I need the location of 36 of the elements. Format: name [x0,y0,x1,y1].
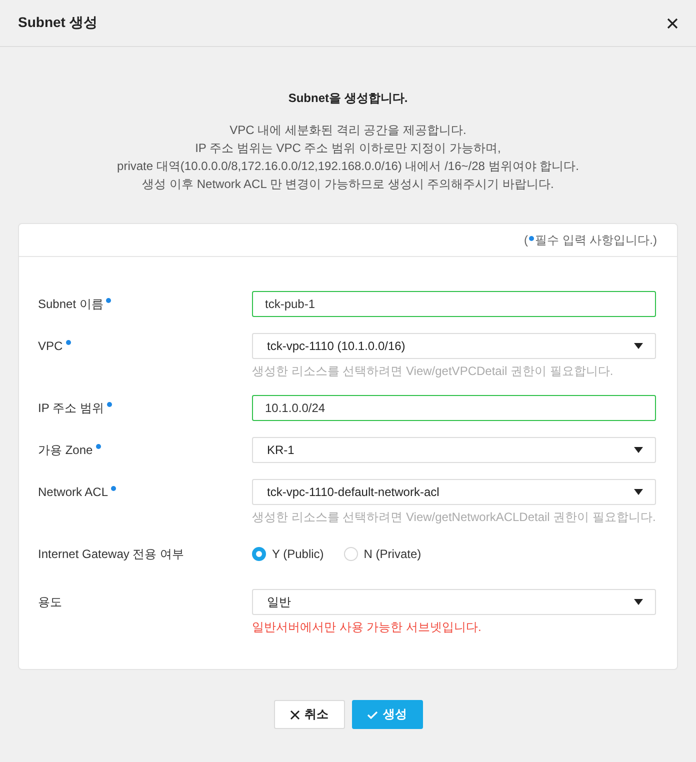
caret-icon [634,343,643,349]
field-label: Subnet 이름 [38,296,104,313]
field-label: Internet Gateway 전용 여부 [38,546,184,563]
intro-text: IP 주소 범위는 VPC 주소 범위 이하로만 지정이 가능하며, [195,140,501,157]
intro-text: private 대역(10.0.0.0/8,172.16.0.0/12,192.168.0.0/16) 내에서 /16~/28 범위여야 합니다. [117,158,579,175]
input-field[interactable]: 10.1.0.0/24 [252,395,656,421]
input-field[interactable]: tck-pub-1 [252,291,656,317]
dialog-title: Subnet 생성 [18,14,98,32]
select-field[interactable]: KR-1 [252,437,656,463]
intro-text: VPC 내에 세분화된 격리 공간을 제공합니다. [230,122,466,139]
select-field[interactable]: 일반 [252,589,656,615]
caret-icon [634,447,643,453]
radio-option[interactable]: Y (Public) [252,547,324,561]
x-icon [290,710,300,720]
check-icon [367,710,378,718]
required-note-paren: ( [524,233,528,247]
caret-icon [634,489,643,495]
intro-text: 생성 이후 Network ACL 만 변경이 가능하므로 생성시 주의해주시기 바랍니다. [142,176,554,193]
required-note-text: 필수 입력 사항입니다.) [535,232,657,248]
hint-text: 생성한 리소스를 선택하려면 View/getNetworkACLDetail 권한이 필요합니다. [252,509,656,525]
cancel-button[interactable]: 취소 [274,700,344,729]
caret-icon [634,599,643,605]
field-label: 용도 [38,594,62,611]
warning-text: 일반서버에서만 사용 가능한 서브넷입니다. [252,619,482,635]
intro-heading: Subnet을 생성합니다. [288,90,408,107]
field-label: VPC [38,338,63,355]
field-label: 가용 Zone [38,442,93,459]
select-field[interactable]: tck-vpc-1110-default-network-acl [252,479,656,505]
hint-text: 생성한 리소스를 선택하려면 View/getVPCDetail 권한이 필요합니다. [252,363,614,379]
field-label: IP 주소 범위 [38,400,104,417]
required-dot-icon [529,236,534,241]
field-label: Network ACL [38,484,108,501]
select-field[interactable]: tck-vpc-1110 (10.1.0.0/16) [252,333,656,359]
close-button[interactable] [665,16,680,30]
radio-option[interactable]: N (Private) [344,547,422,561]
close-icon [667,18,678,28]
